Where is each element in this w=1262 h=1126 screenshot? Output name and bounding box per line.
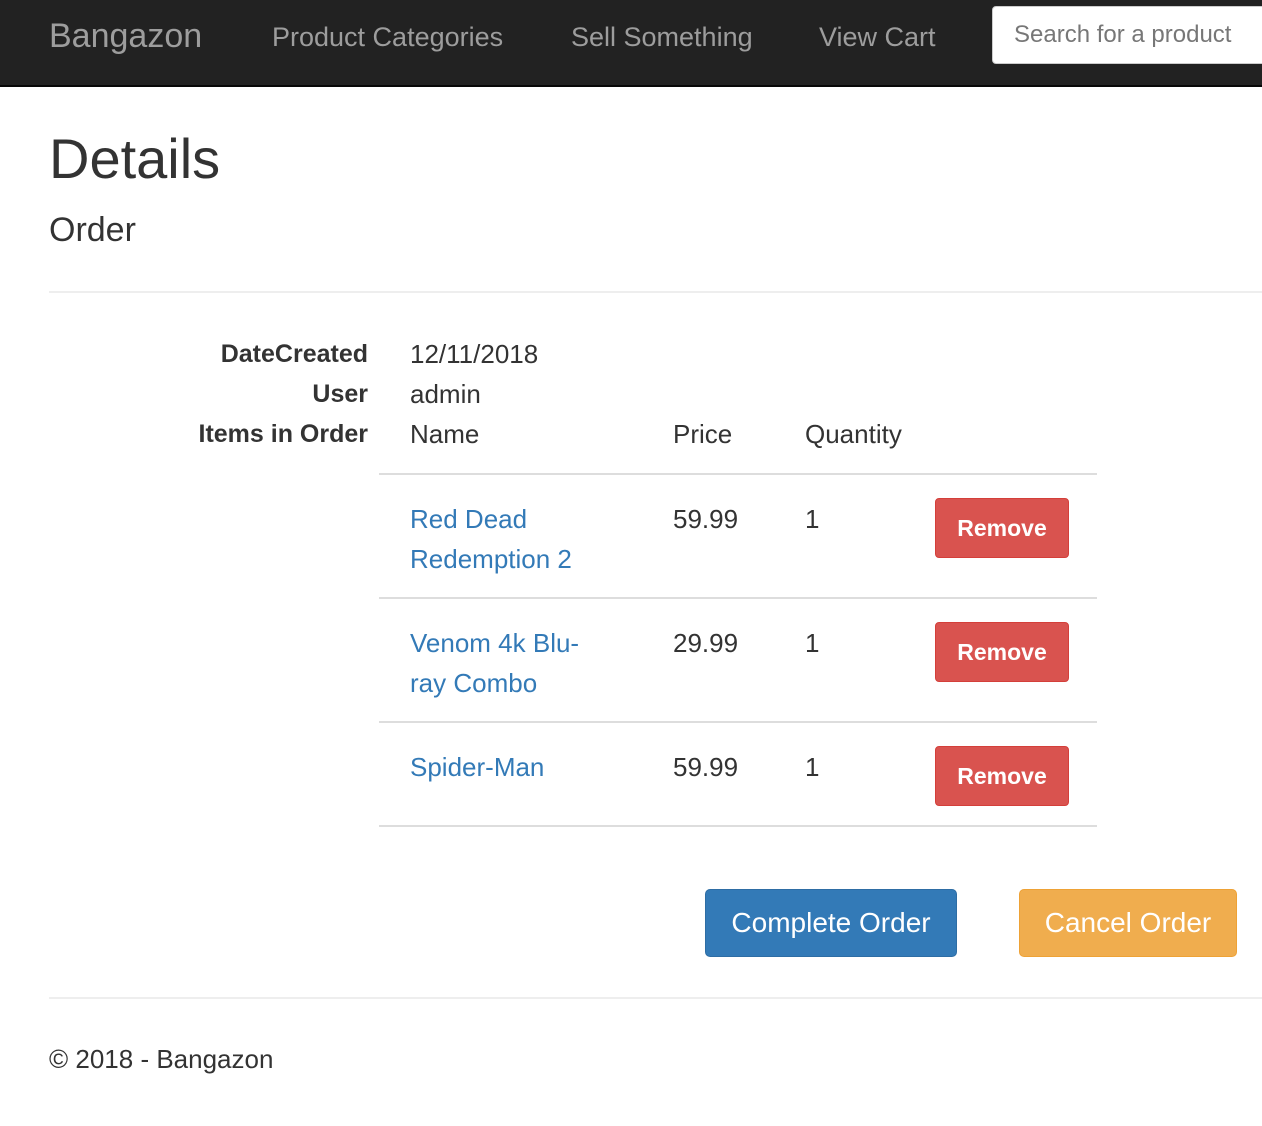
footer-divider	[49, 997, 1262, 999]
search-input[interactable]	[992, 6, 1262, 64]
complete-order-button[interactable]: Complete Order	[705, 889, 957, 957]
table-bottom-border	[379, 825, 1097, 827]
item-price: 59.99	[673, 752, 739, 782]
table-row: Venom 4k Blu-ray Combo 29.99 1 Remove	[379, 597, 1097, 721]
item-name-link[interactable]: Red Dead Redemption 2	[410, 499, 610, 579]
top-navbar: Bangazon Product Categories Sell Somethi…	[0, 0, 1262, 87]
remove-button[interactable]: Remove	[935, 622, 1069, 682]
date-created-label: DateCreated	[220, 340, 368, 368]
item-quantity: 1	[805, 504, 820, 534]
user-label: User	[312, 380, 368, 408]
brand-link[interactable]: Bangazon	[49, 16, 202, 56]
item-quantity: 1	[805, 628, 820, 658]
item-name-link[interactable]: Venom 4k Blu-ray Combo	[410, 623, 610, 703]
divider	[49, 291, 1262, 293]
footer-copyright: © 2018 - Bangazon	[49, 1044, 274, 1074]
remove-button[interactable]: Remove	[935, 746, 1069, 806]
date-created-value: 12/11/2018	[410, 339, 539, 369]
page-subtitle: Order	[49, 211, 136, 249]
column-header-quantity: Quantity	[805, 419, 902, 449]
item-price: 59.99	[673, 504, 739, 534]
nav-link-sell-something[interactable]: Sell Something	[571, 19, 753, 55]
table-row: Red Dead Redemption 2 59.99 1 Remove	[379, 473, 1097, 597]
page-title: Details	[49, 127, 221, 190]
items-in-order-label: Items in Order	[198, 420, 369, 448]
user-value: admin	[410, 379, 481, 409]
item-quantity: 1	[805, 752, 820, 782]
item-price: 29.99	[673, 628, 739, 658]
column-header-name: Name	[410, 419, 480, 449]
nav-link-product-categories[interactable]: Product Categories	[272, 19, 503, 55]
remove-button[interactable]: Remove	[935, 498, 1069, 558]
item-name-link[interactable]: Spider-Man	[410, 747, 610, 787]
nav-link-view-cart[interactable]: View Cart	[819, 19, 936, 55]
column-header-price: Price	[673, 419, 733, 449]
cancel-order-button[interactable]: Cancel Order	[1019, 889, 1237, 957]
